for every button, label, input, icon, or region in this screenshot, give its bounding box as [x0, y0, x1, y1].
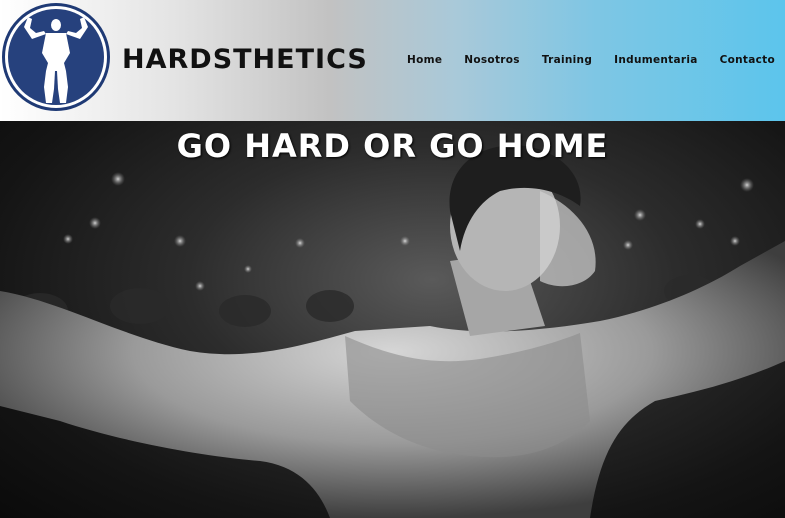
- brand-name[interactable]: HARDSTHETICS: [122, 44, 368, 75]
- logo-background: [8, 9, 104, 105]
- hero-photo: [0, 145, 785, 518]
- hero-section: GO HARD OR GO HOME: [0, 121, 785, 518]
- nav-item-indumentaria[interactable]: Indumentaria: [614, 54, 697, 66]
- hero-title: GO HARD OR GO HOME: [176, 127, 609, 165]
- nav-item-nosotros[interactable]: Nosotros: [464, 54, 520, 66]
- nav-item-training[interactable]: Training: [542, 54, 592, 66]
- logo[interactable]: [2, 3, 110, 111]
- bodybuilder-silhouette-icon: [24, 17, 88, 103]
- site-header: HARDSTHETICS Home Nosotros Training Indu…: [0, 0, 785, 121]
- nav-item-home[interactable]: Home: [407, 54, 442, 66]
- main-nav: Home Nosotros Training Indumentaria Cont…: [385, 54, 775, 66]
- nav-item-contacto[interactable]: Contacto: [720, 54, 775, 66]
